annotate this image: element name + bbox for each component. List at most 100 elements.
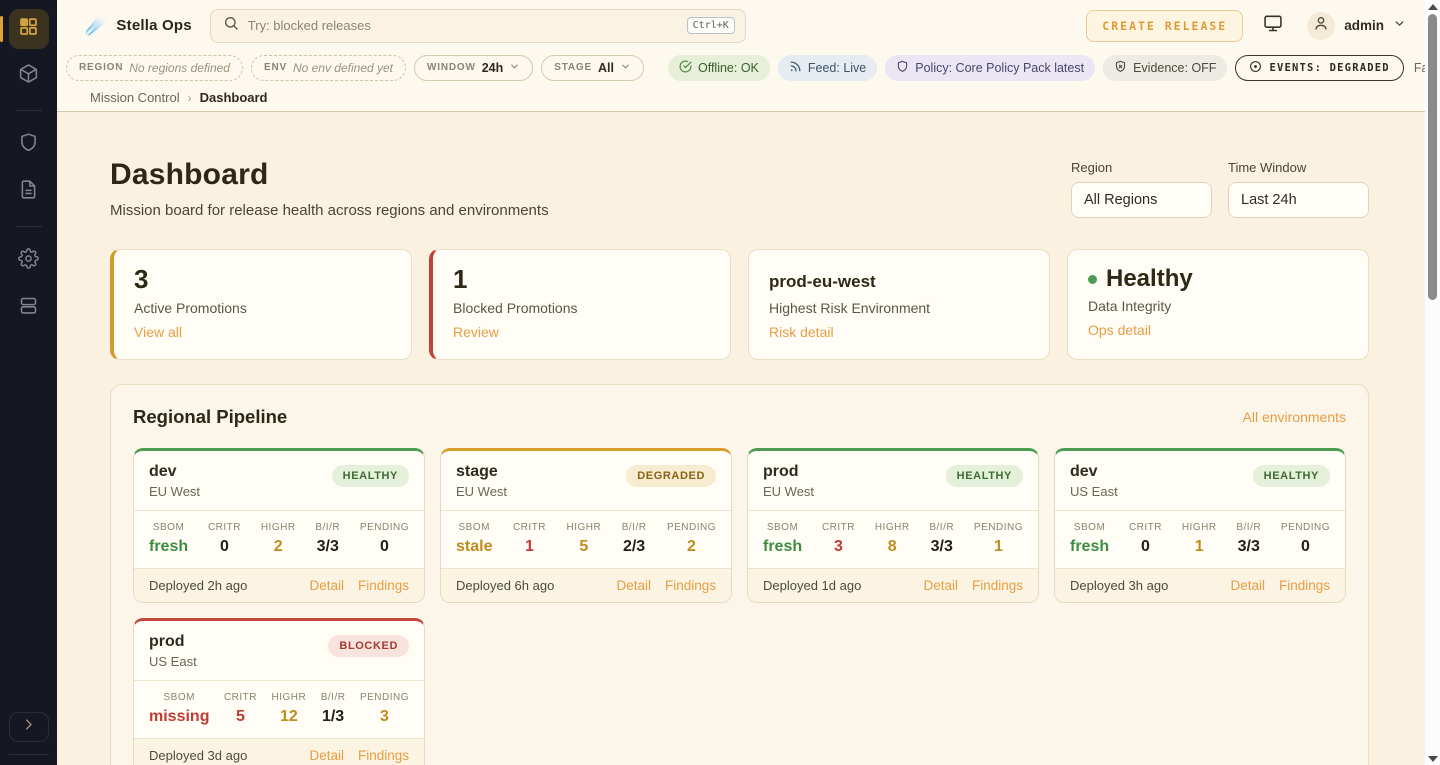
region-chip-label: REGION — [79, 62, 123, 73]
stage-filter-chip[interactable]: STAGE All — [541, 55, 644, 81]
stat-col-label: SBOM — [1070, 522, 1109, 533]
stat-pending: PENDING0 — [1281, 522, 1330, 556]
detail-link[interactable]: Detail — [616, 578, 651, 593]
stat-sbom: SBOMfresh — [149, 522, 188, 556]
status-badge: HEALTHY — [1253, 465, 1330, 487]
stat-highr: HIGHR8 — [875, 522, 910, 556]
findings-link[interactable]: Findings — [665, 578, 716, 593]
panel-title: Regional Pipeline — [133, 406, 287, 428]
window-filter-chip[interactable]: WINDOW 24h — [414, 55, 533, 81]
stat-col-label: PENDING — [974, 522, 1023, 533]
findings-link[interactable]: Findings — [358, 578, 409, 593]
stat-value: 1/3 — [321, 708, 346, 726]
comet-logo-icon: ☄️ — [85, 15, 107, 36]
breadcrumb-mission-control[interactable]: Mission Control — [90, 90, 180, 105]
time-window-select[interactable]: Last 24h — [1228, 182, 1369, 218]
gear-icon — [18, 248, 39, 274]
scroll-up-arrow[interactable] — [1428, 4, 1438, 10]
env-card-header: prod EU West HEALTHY — [748, 451, 1038, 510]
feed-status-text: Feed: Live — [808, 61, 866, 75]
env-identity: dev US East — [1070, 463, 1118, 499]
stat-value: prod-eu-west — [769, 265, 1029, 292]
chevron-down-icon — [1393, 17, 1406, 35]
stat-value: 2 — [261, 538, 296, 556]
env-card-footer: Deployed 6h ago Detail Findings — [441, 568, 731, 602]
region-select[interactable]: All Regions — [1071, 182, 1212, 218]
detail-link[interactable]: Detail — [1230, 578, 1265, 593]
search-input[interactable] — [248, 18, 678, 33]
deployed-text: Deployed 6h ago — [456, 578, 554, 593]
status-badge: HEALTHY — [946, 465, 1023, 487]
sidebar-item-dashboard[interactable] — [9, 9, 49, 49]
stat-pending: PENDING3 — [360, 692, 409, 726]
env-region: EU West — [763, 484, 814, 499]
regional-pipeline-panel: Regional Pipeline All environments dev E… — [110, 384, 1369, 765]
review-link[interactable]: Review — [453, 324, 499, 340]
detail-link[interactable]: Detail — [923, 578, 958, 593]
sidebar-expand-button[interactable] — [9, 712, 49, 742]
shield-icon — [18, 132, 39, 158]
stat-col-label: B/I/R — [321, 692, 346, 703]
env-identity: stage EU West — [456, 463, 507, 499]
env-card-dev-us-east: dev US East HEALTHY SBOMfresh CRITR0 HIG… — [1054, 448, 1346, 603]
stat-value: 2 — [667, 538, 716, 556]
page-scrollbar[interactable] — [1425, 0, 1440, 765]
page-header: Dashboard Mission board for release heal… — [110, 158, 1369, 219]
env-filter-chip[interactable]: ENV No env defined yet — [251, 55, 406, 81]
risk-detail-link[interactable]: Risk detail — [769, 324, 834, 340]
findings-link[interactable]: Findings — [972, 578, 1023, 593]
display-mode-button[interactable] — [1263, 13, 1283, 38]
stat-value: 2/3 — [622, 538, 647, 556]
sidebar-item-settings[interactable] — [9, 241, 49, 281]
evidence-status-pill: Evidence: OFF — [1103, 55, 1227, 81]
env-stats-row: SBOMfresh CRITR0 HIGHR1 B/I/R3/3 PENDING… — [1055, 510, 1345, 568]
detail-link[interactable]: Detail — [309, 748, 344, 763]
breadcrumb: Mission Control › Dashboard — [57, 84, 1425, 112]
stat-critr: CRITR5 — [224, 692, 257, 726]
env-region: EU West — [456, 484, 507, 499]
file-icon — [18, 179, 39, 205]
scrollbar-thumb[interactable] — [1428, 14, 1437, 300]
stat-col-label: PENDING — [360, 692, 409, 703]
ops-detail-link[interactable]: Ops detail — [1088, 322, 1151, 338]
scroll-down-arrow[interactable] — [1428, 756, 1438, 762]
stat-col-label: SBOM — [149, 522, 188, 533]
stat-highr: HIGHR2 — [261, 522, 296, 556]
shield-x-icon — [1114, 60, 1127, 76]
stat-col-label: PENDING — [1281, 522, 1330, 533]
search-box[interactable]: Ctrl+K — [210, 9, 746, 43]
sidebar — [0, 0, 57, 765]
all-environments-link[interactable]: All environments — [1243, 409, 1347, 425]
stat-bir: B/I/R3/3 — [315, 522, 340, 556]
env-region: US East — [1070, 484, 1118, 499]
env-card-footer: Deployed 1d ago DetailFindings — [748, 568, 1038, 602]
policy-status-text: Policy: Core Policy Pack latest — [915, 61, 1084, 75]
user-menu[interactable]: admin — [1307, 12, 1406, 40]
stat-cards: 3 Active Promotions View all 1 Blocked P… — [110, 249, 1369, 360]
stat-highr: HIGHR1 — [1182, 522, 1217, 556]
region-filter-chip[interactable]: REGION No regions defined — [66, 55, 243, 81]
sidebar-item-infrastructure[interactable] — [9, 288, 49, 328]
health-text: Healthy — [1106, 265, 1193, 293]
env-links: Detail Findings — [309, 748, 409, 763]
status-badge: DEGRADED — [626, 465, 716, 487]
stat-value: Healthy — [1088, 265, 1348, 293]
region-chip-value: No regions defined — [129, 61, 230, 75]
env-chip-label: ENV — [264, 62, 287, 73]
env-card-header: dev US East HEALTHY — [1055, 451, 1345, 510]
detail-link[interactable]: Detail — [309, 578, 344, 593]
deployed-text: Deployed 2h ago — [149, 578, 247, 593]
monitor-icon — [1263, 13, 1283, 38]
sidebar-item-security[interactable] — [9, 125, 49, 165]
stat-sbom: SBOMstale — [456, 522, 492, 556]
findings-link[interactable]: Findings — [1279, 578, 1330, 593]
create-release-button[interactable]: CREATE RELEASE — [1086, 10, 1243, 42]
sidebar-item-releases[interactable] — [9, 56, 49, 96]
findings-link[interactable]: Findings — [358, 748, 409, 763]
stat-col-label: B/I/R — [622, 522, 647, 533]
sidebar-item-documents[interactable] — [9, 172, 49, 212]
env-identity: dev EU West — [149, 463, 200, 499]
package-icon — [18, 63, 39, 89]
stat-value: 1 — [513, 538, 546, 556]
view-all-link[interactable]: View all — [134, 324, 182, 340]
